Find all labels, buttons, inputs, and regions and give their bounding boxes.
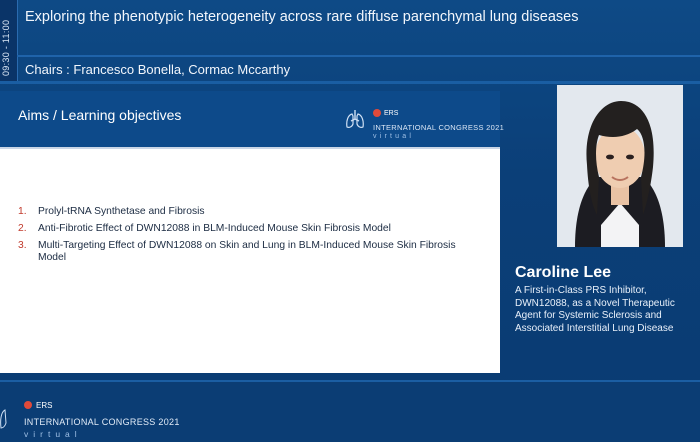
speaker-name: Caroline Lee bbox=[515, 264, 612, 281]
ers-badge-label: ERS bbox=[36, 400, 53, 410]
ers-brand: ERS INTERNATIONAL CONGRESS 2021 virtual bbox=[373, 104, 504, 140]
session-title: Exploring the phenotypic heterogeneity a… bbox=[25, 9, 579, 25]
slide-header: Aims / Learning objectives ERS INTERNATI… bbox=[0, 91, 504, 147]
speaker-portrait bbox=[557, 85, 683, 247]
objective-number: 3. bbox=[18, 240, 27, 251]
list-item: 3. Multi-Targeting Effect of DWN12088 on… bbox=[18, 240, 478, 264]
presentation-slide: Aims / Learning objectives ERS INTERNATI… bbox=[0, 91, 504, 373]
footer-congress-label: INTERNATIONAL CONGRESS 2021 bbox=[24, 417, 180, 427]
objective-text: Prolyl-tRNA Synthetase and Fibrosis bbox=[38, 206, 205, 217]
objectives-list: 1. Prolyl-tRNA Synthetase and Fibrosis 2… bbox=[18, 206, 478, 269]
time-strip: 09:30 - 11:00 bbox=[0, 0, 18, 82]
footer-brand: ERS INTERNATIONAL CONGRESS 2021 virtual bbox=[24, 396, 180, 439]
ers-badge: ERS bbox=[24, 401, 52, 410]
lung-icon bbox=[346, 110, 364, 128]
header-bottom-rule bbox=[0, 81, 700, 84]
stream-frame: 09:30 - 11:00 Exploring the phenotypic h… bbox=[0, 0, 700, 442]
slide-title: Aims / Learning objectives bbox=[18, 107, 182, 123]
footer-bar: ERS INTERNATIONAL CONGRESS 2021 virtual bbox=[0, 380, 700, 442]
ers-virtual-label: virtual bbox=[373, 133, 415, 140]
slide-header-rule bbox=[0, 147, 500, 149]
list-item: 1. Prolyl-tRNA Synthetase and Fibrosis bbox=[18, 206, 478, 218]
header-divider bbox=[17, 55, 700, 57]
ers-logo-dot bbox=[373, 109, 381, 117]
speaker-video bbox=[557, 85, 683, 247]
session-time: 09:30 - 11:00 bbox=[1, 19, 11, 76]
ers-logo-dot bbox=[24, 401, 32, 409]
objective-number: 2. bbox=[18, 223, 27, 234]
objective-text: Multi-Targeting Effect of DWN12088 on Sk… bbox=[38, 240, 456, 263]
list-item: 2. Anti-Fibrotic Effect of DWN12088 in B… bbox=[18, 223, 478, 235]
lung-icon bbox=[0, 409, 7, 429]
ers-badge: ERS bbox=[373, 109, 398, 117]
session-chairs: Chairs : Francesco Bonella, Cormac Mccar… bbox=[25, 62, 291, 77]
talk-title: A First-in-Class PRS Inhibitor, DWN12088… bbox=[515, 285, 675, 334]
ers-badge-label: ERS bbox=[384, 109, 399, 117]
footer-virtual-label: virtual bbox=[24, 429, 82, 439]
objective-number: 1. bbox=[18, 206, 27, 217]
ers-congress-label: INTERNATIONAL CONGRESS 2021 bbox=[373, 123, 505, 132]
objective-text: Anti-Fibrotic Effect of DWN12088 in BLM-… bbox=[38, 223, 391, 234]
